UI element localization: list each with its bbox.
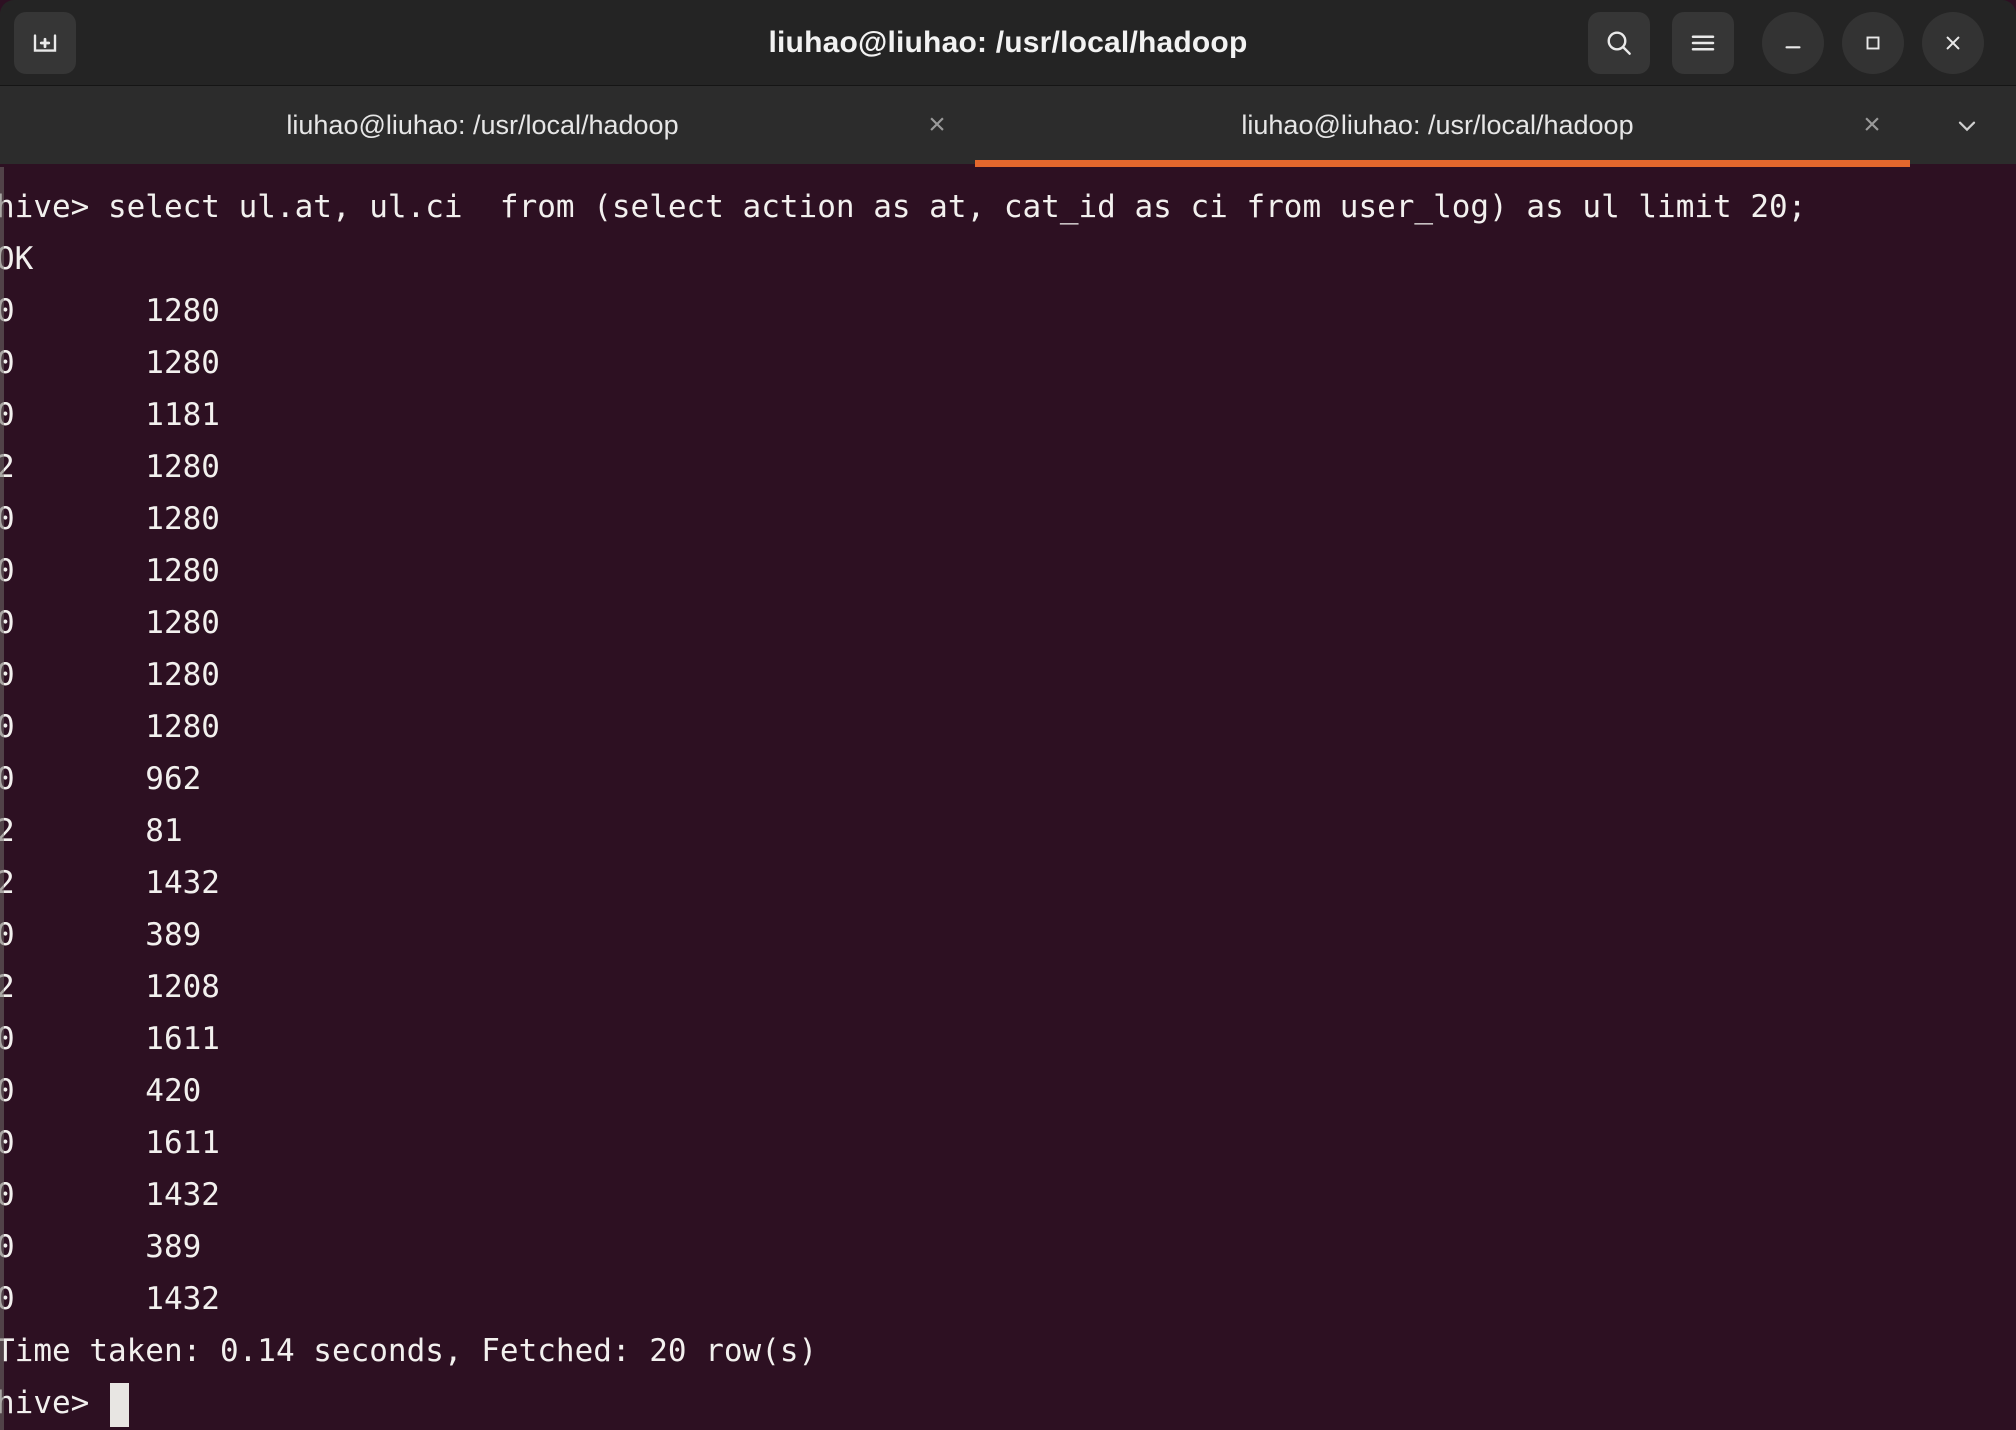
minimize-icon[interactable] [1762,12,1824,74]
tab-terminal-2[interactable]: liuhao@liuhao: /usr/local/hadoop × [975,86,1910,164]
tab-terminal-1[interactable]: liuhao@liuhao: /usr/local/hadoop × [0,86,975,164]
active-tab-indicator [975,160,1910,167]
title-bar: liuhao@liuhao: /usr/local/hadoop [0,0,2016,86]
new-terminal-icon[interactable] [14,12,76,74]
close-icon[interactable] [1922,12,1984,74]
terminal-text: hive> select ul.at, ul.ci from (select a… [0,189,1807,1421]
terminal-scrollbar[interactable] [1994,167,2016,1430]
tab-close-icon[interactable]: × [1844,97,1900,153]
tab-bar: liuhao@liuhao: /usr/local/hadoop × liuha… [0,86,2016,164]
window-left-edge [0,167,4,1430]
tab-label: liuhao@liuhao: /usr/local/hadoop [1241,109,1634,140]
search-icon[interactable] [1588,12,1650,74]
terminal-output-area[interactable]: hive> select ul.at, ul.ci from (select a… [0,167,2016,1430]
terminal-window: liuhao@liuhao: /usr/local/hadoop liuhao@… [0,0,2016,1430]
maximize-icon[interactable] [1842,12,1904,74]
tab-label: liuhao@liuhao: /usr/local/hadoop [286,109,679,140]
tab-close-icon[interactable]: × [909,97,965,153]
chevron-down-icon[interactable] [1930,86,2004,164]
hamburger-menu-icon[interactable] [1672,12,1734,74]
text-cursor [110,1383,129,1427]
